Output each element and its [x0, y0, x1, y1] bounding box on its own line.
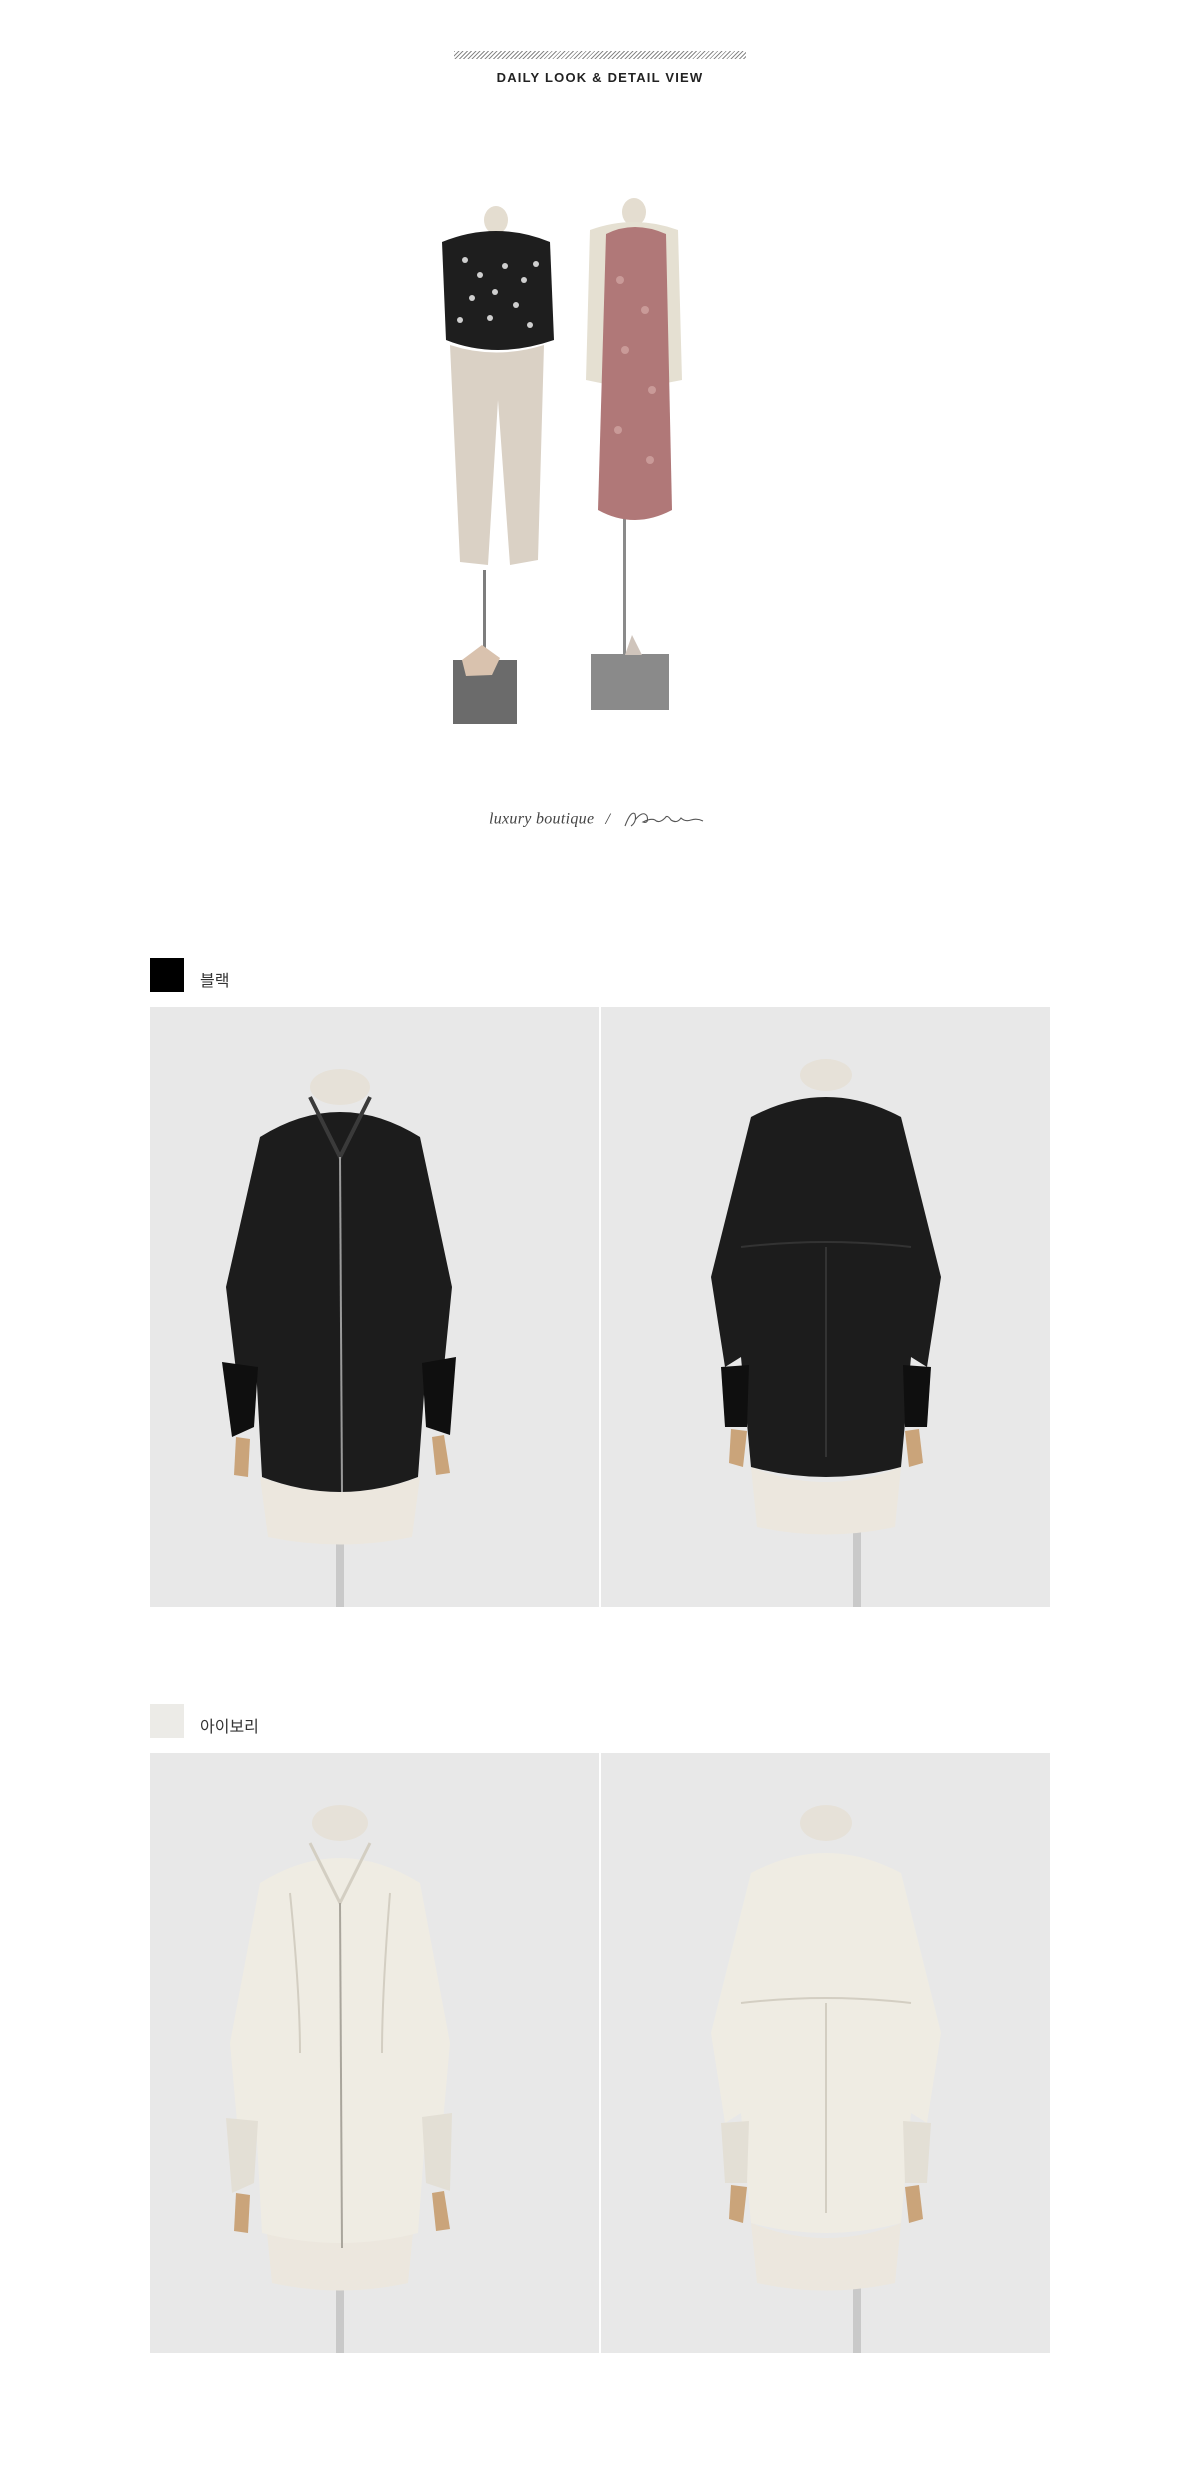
- ivory-front-photo: [150, 1753, 599, 2353]
- color-swatch-ivory: [150, 1704, 184, 1738]
- brand-signature: luxury boutique /: [0, 808, 1200, 830]
- color-swatch-black: [150, 958, 184, 992]
- mannequin-right: [586, 198, 682, 710]
- color-name-ivory: 아이보리: [200, 1717, 259, 1736]
- header-hatch-divider: [454, 51, 746, 59]
- brand-separator: /: [605, 810, 610, 828]
- brand-tagline: luxury boutique: [488, 810, 595, 828]
- black-back-photo: [601, 1007, 1050, 1607]
- mannequin-left: [442, 206, 554, 724]
- daily-look-image: [442, 198, 682, 724]
- color-name-black: 블랙: [200, 971, 230, 990]
- ivory-back-photo: [601, 1753, 1050, 2353]
- brand-logo-icon: [624, 812, 704, 827]
- black-front-photo: [150, 1007, 599, 1607]
- section-title: DAILY LOOK & DETAIL VIEW: [496, 70, 704, 85]
